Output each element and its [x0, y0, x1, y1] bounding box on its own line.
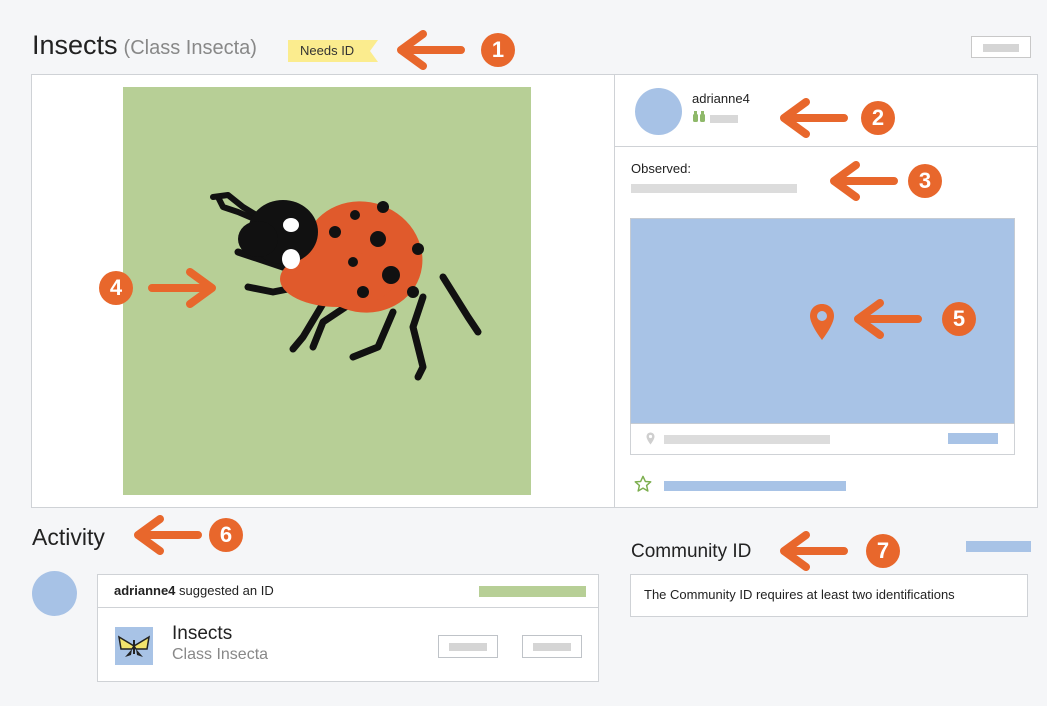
butterfly-icon	[117, 635, 151, 657]
callout-arrow-left	[134, 515, 202, 555]
callout-arrow-left	[780, 531, 848, 571]
observed-date-placeholder	[631, 184, 797, 193]
callout-4: 4	[99, 271, 133, 305]
callout-arrow-left	[397, 30, 465, 70]
identifier-username[interactable]: adrianne4	[114, 583, 175, 598]
page-title: Insects (Class Insecta)	[32, 30, 257, 61]
identification-action: suggested an ID	[175, 583, 274, 598]
button-placeholder	[983, 44, 1019, 52]
taxon-class: (Class Insecta)	[123, 37, 257, 59]
callout-arrow-right	[148, 268, 216, 308]
taxon-common-name[interactable]: Insects	[172, 623, 232, 645]
community-id-message: The Community ID requires at least two i…	[644, 587, 955, 602]
activity-title: Activity	[32, 524, 105, 550]
map-link-placeholder[interactable]	[948, 433, 998, 444]
activity-avatar[interactable]	[32, 571, 77, 616]
callout-2: 2	[861, 101, 895, 135]
taxon-title: Insects	[32, 30, 118, 60]
community-id-link-placeholder[interactable]	[966, 541, 1031, 552]
location-name-placeholder	[664, 435, 830, 444]
observed-label: Observed:	[631, 161, 691, 176]
identification-summary: adrianne4 suggested an ID	[114, 583, 274, 598]
compare-button[interactable]	[522, 635, 582, 658]
callout-arrow-left	[830, 161, 898, 201]
binoculars-icon	[693, 111, 705, 122]
observer-username[interactable]: adrianne4	[692, 91, 750, 106]
callout-7: 7	[866, 534, 900, 568]
location-pin-icon	[646, 432, 655, 445]
favorite-label-placeholder[interactable]	[664, 481, 846, 491]
callout-6: 6	[209, 518, 243, 552]
callout-arrow-left	[780, 98, 848, 138]
community-id-title: Community ID	[631, 541, 752, 562]
callout-1: 1	[481, 33, 515, 67]
button-placeholder	[449, 643, 487, 651]
observer-avatar[interactable]	[635, 88, 682, 135]
map-marker-icon[interactable]	[809, 303, 835, 341]
observation-count-placeholder	[710, 115, 738, 123]
identification-date-placeholder	[479, 586, 586, 597]
callout-3: 3	[908, 164, 942, 198]
agree-button[interactable]	[438, 635, 498, 658]
taxon-rank: Class Insecta	[172, 646, 269, 663]
callout-5: 5	[942, 302, 976, 336]
needs-id-badge: Needs ID	[288, 40, 379, 62]
star-icon[interactable]	[634, 475, 652, 493]
button-placeholder	[533, 643, 571, 651]
header-action-button[interactable]	[971, 36, 1031, 58]
callout-arrow-left	[854, 299, 922, 339]
butterfly-thumbnail[interactable]	[115, 627, 153, 665]
